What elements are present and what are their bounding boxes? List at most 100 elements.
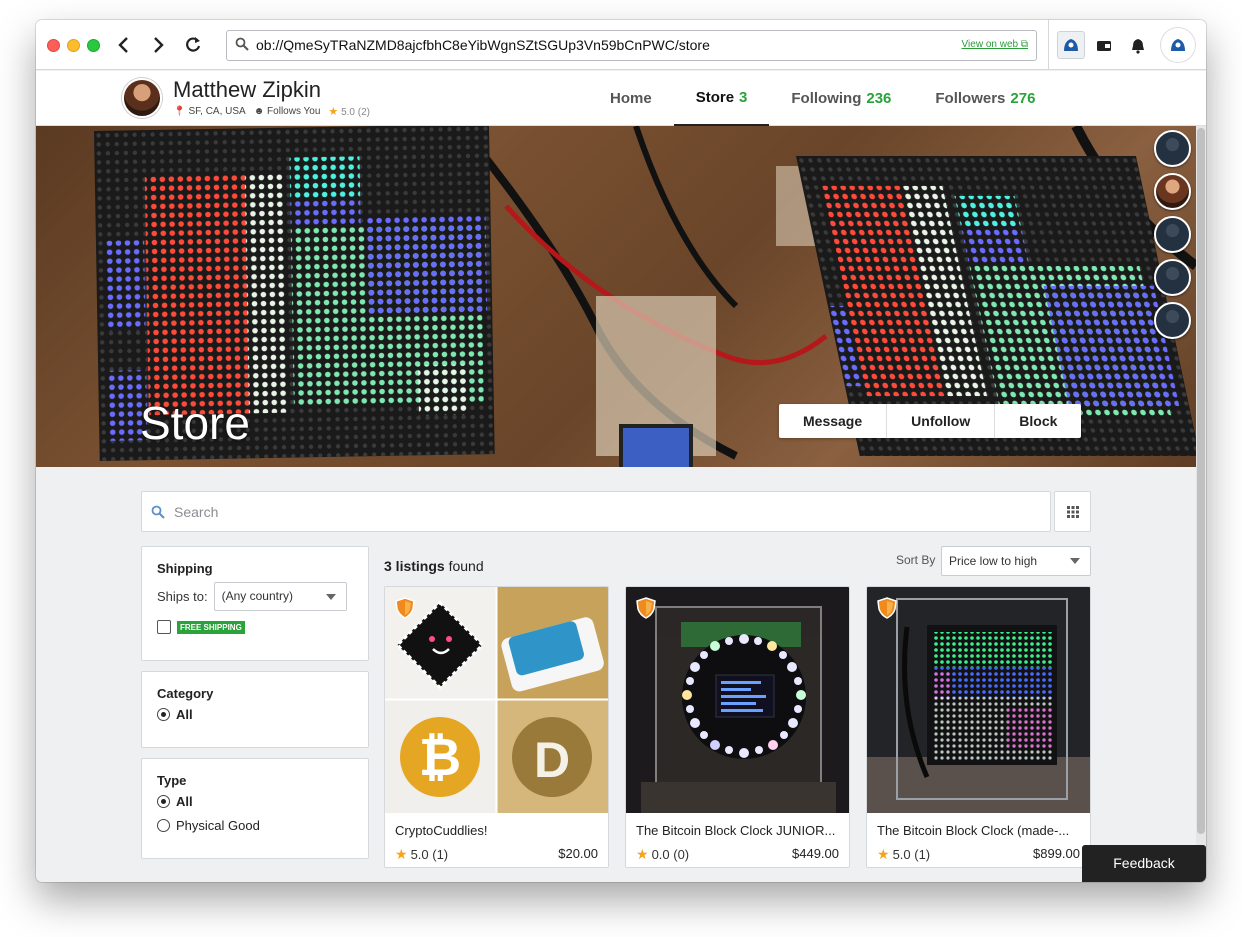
free-shipping-badge: FREE SHIPPING [177,620,245,634]
view-on-web-link[interactable]: View on web ⧉ [962,39,1028,50]
tab-followers-count: 276 [1010,90,1036,107]
free-shipping-checkbox[interactable] [157,620,171,634]
listing-card[interactable]: The Bitcoin Block Clock JUNIOR... ★ 0.0 (… [625,586,850,868]
location-text: SF, CA, USA [188,106,246,117]
star-icon: ★ [636,846,649,862]
free-shipping-row: FREE SHIPPING [157,620,353,634]
type-option-physical-good[interactable]: Physical Good [157,818,353,833]
profile-rating: ★ 5.0 (2) [328,105,370,118]
listing-card[interactable]: The Bitcoin Block Clock (made-... ★ 5.0 (… [866,586,1091,868]
profile-meta: 📍︎ SF, CA, USA ☻ Follows You ★ 5.0 (2) [173,105,370,118]
toolbar-divider [1048,20,1049,70]
radio-button[interactable] [157,708,170,721]
ships-to-row: Ships to: (Any country) [157,582,353,611]
profile-header: Matthew Zipkin 📍︎ SF, CA, USA ☻ Follows … [36,71,1206,126]
reload-icon[interactable] [182,33,204,57]
view-on-web-label: View on web [961,39,1019,50]
tab-following[interactable]: Following 236 [769,71,913,126]
wallet-icon[interactable] [1091,33,1117,59]
close-window-button[interactable] [47,39,60,52]
type-option-all[interactable]: All [157,794,353,809]
follower-avatar[interactable] [1154,173,1191,210]
message-button[interactable]: Message [779,404,888,438]
type-option-label: All [176,794,193,809]
follower-avatar[interactable] [1154,302,1191,339]
external-link-icon: ⧉ [1020,39,1028,50]
category-option-all[interactable]: All [157,707,353,722]
listing-image[interactable]: ₿ D [385,587,608,813]
type-option-label: Physical Good [176,818,260,833]
scrollbar-thumb[interactable] [1197,128,1205,834]
category-option-label: All [176,707,193,722]
tab-following-count: 236 [866,90,892,107]
forward-arrow-icon[interactable] [147,33,169,57]
chevron-down-icon [325,594,336,600]
grid-icon [1066,505,1079,518]
maximize-window-button[interactable] [87,39,100,52]
address-url[interactable]: ob://QmeSyTRaNZMD8ajcfbhC8eYibWgnSZtSGUp… [256,37,710,53]
listing-price: $899.00 [1033,846,1080,861]
listing-title[interactable]: The Bitcoin Block Clock (made-... [877,823,1082,838]
banner-title: Store [140,397,250,449]
follower-avatar[interactable] [1154,216,1191,253]
verified-shield-icon [877,597,897,619]
chevron-down-icon [1070,558,1080,564]
star-icon: ★ [877,846,890,862]
listing-image[interactable] [626,587,849,813]
listing-title[interactable]: CryptoCuddlies! [395,823,600,838]
shipping-filter: Shipping Ships to: (Any country) FREE SH… [141,546,369,661]
notifications-bell-icon[interactable] [1125,33,1151,59]
feedback-button[interactable]: Feedback [1082,845,1206,882]
listing-price: $20.00 [558,846,598,861]
tab-store-count: 3 [739,89,748,106]
openbazaar-app-icon[interactable] [1057,31,1085,59]
tab-followers[interactable]: Followers 276 [913,71,1057,126]
profile-actions: Message Unfollow Block [779,404,1082,438]
profile-avatar[interactable] [122,78,162,118]
listing-rating-text: 5.0 (1) [892,847,931,862]
ships-to-value: (Any country) [221,589,293,603]
follower-avatars [1154,130,1192,345]
location-pin-icon: 📍︎ [173,106,186,117]
follower-avatar[interactable] [1154,130,1191,167]
browser-toolbar: ob://QmeSyTRaNZMD8ajcfbhC8eYibWgnSZtSGUp… [36,20,1206,70]
follower-avatar[interactable] [1154,259,1191,296]
listing-rating: ★ 0.0 (0) [636,846,689,863]
minimize-window-button[interactable] [67,39,80,52]
listing-title[interactable]: The Bitcoin Block Clock JUNIOR... [636,823,841,838]
radio-button[interactable] [157,795,170,808]
listing-rating-text: 0.0 (0) [651,847,690,862]
star-icon: ★ [395,846,408,862]
radio-button[interactable] [157,819,170,832]
ships-to-label: Ships to: [157,589,208,604]
unfollow-button[interactable]: Unfollow [887,404,996,438]
search-icon [235,37,249,51]
sort-by-label: Sort By [896,553,936,567]
user-avatar-menu[interactable] [1161,28,1195,62]
person-icon: ☻ [253,106,265,117]
listing-image[interactable] [867,587,1090,813]
block-button[interactable]: Block [995,404,1081,438]
ships-to-select[interactable]: (Any country) [213,582,347,611]
listing-price: $449.00 [792,846,839,861]
type-filter: Type All Physical Good [141,758,369,859]
back-arrow-icon[interactable] [113,33,135,57]
listing-rating: ★ 5.0 (1) [877,846,930,863]
listing-card[interactable]: ₿ D CryptoCuddlies! ★ 5.0 (1) $20.00 [384,586,609,868]
profile-rating-text: 5.0 (2) [341,107,370,118]
address-bar[interactable]: ob://QmeSyTRaNZMD8ajcfbhC8eYibWgnSZtSGUp… [226,30,1037,61]
grid-view-toggle[interactable] [1054,491,1091,532]
follows-you: ☻ Follows You [254,106,321,117]
listing-rating-text: 5.0 (1) [410,847,449,862]
profile-name: Matthew Zipkin [173,77,321,102]
listings-count-suffix: found [448,558,484,574]
store-search [141,491,1051,532]
search-input[interactable] [174,500,1034,524]
browser-window: ob://QmeSyTRaNZMD8ajcfbhC8eYibWgnSZtSGUp… [36,20,1206,882]
sort-select[interactable]: Price low to high [941,546,1091,576]
tab-home[interactable]: Home [588,71,674,126]
page-scrollbar[interactable] [1196,126,1206,882]
tab-home-label: Home [610,90,652,107]
shipping-heading: Shipping [157,561,213,576]
tab-store[interactable]: Store 3 [673,71,770,126]
